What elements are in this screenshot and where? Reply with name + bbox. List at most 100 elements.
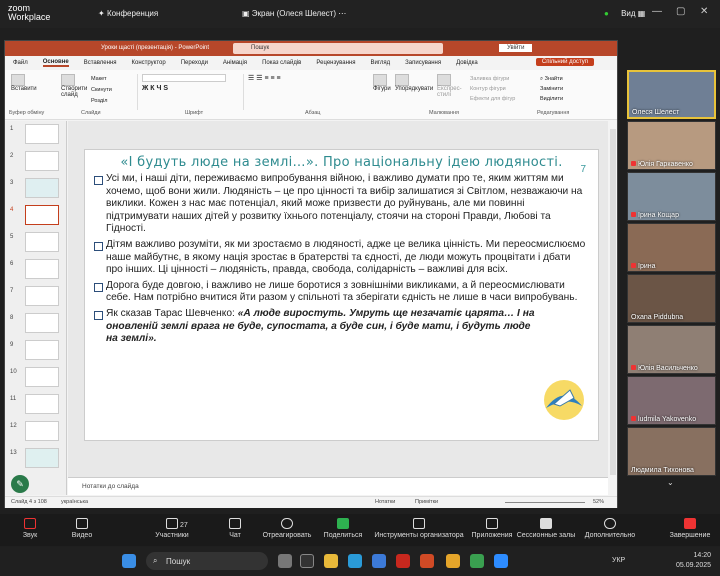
participant-tile[interactable]: Юлія Васильченко (627, 325, 716, 374)
layout-button[interactable]: Макет (91, 74, 112, 85)
vertical-scrollbar[interactable] (610, 129, 616, 475)
acrobat-icon[interactable] (396, 554, 410, 568)
font-controls[interactable]: Ж К Ч S (137, 74, 237, 110)
slide-bullet-1[interactable]: Усі ми, і наші діти, переживаємо випробу… (94, 173, 589, 236)
slide-thumb-1[interactable] (25, 124, 59, 144)
slide-thumb-2[interactable] (25, 151, 59, 171)
slide-bullet-4[interactable]: Як сказав Тарас Шевченко: «А люде вирост… (94, 308, 589, 346)
new-slide-button[interactable]: Створити слайд (61, 74, 89, 110)
react-button[interactable]: Отреагировать (257, 518, 317, 539)
tab-record[interactable]: Записування (405, 60, 441, 66)
tab-review[interactable]: Рецензування (316, 60, 355, 66)
slide-bullet-2[interactable]: Дітям важливо розуміти, як ми зростаємо … (94, 239, 589, 277)
slide-thumb-6[interactable] (25, 259, 59, 279)
section-button[interactable]: Розділ (91, 96, 112, 107)
host-tools-button[interactable]: Инструменты организатора (370, 518, 468, 539)
maximize-button[interactable]: ▢ (676, 6, 685, 17)
slide-thumb-10[interactable] (25, 367, 59, 387)
chevron-down-icon[interactable]: ⌄ (667, 478, 674, 487)
fill-button[interactable]: Заливка фігури (470, 74, 515, 84)
slide-thumb-3[interactable] (25, 178, 59, 198)
windows-start-icon[interactable] (122, 554, 136, 568)
tab-file[interactable]: Файл (13, 60, 28, 66)
taskview-icon[interactable] (278, 554, 292, 568)
apps-button[interactable]: Приложения (462, 518, 522, 539)
shapes-button[interactable]: Фігури (373, 74, 391, 110)
share-screen-button[interactable]: Поделиться (313, 518, 373, 539)
outline-button[interactable]: Контур фігури (470, 84, 515, 94)
participant-tile[interactable]: Ірина (627, 223, 716, 272)
screen-share-indicator[interactable]: ▣ Экран (Олеся Шелест) ⋯ (242, 9, 346, 18)
notes-pane[interactable]: Нотатки до слайда (68, 477, 608, 495)
comments-toggle[interactable]: Примітки (415, 499, 438, 505)
replace-button[interactable]: Замінити (540, 84, 563, 94)
slide-thumb-7[interactable] (25, 286, 59, 306)
participant-tile[interactable]: Олеся Шелест (627, 70, 716, 119)
meeting-label[interactable]: ✦ Конференция (98, 9, 158, 18)
search-box[interactable]: Пошук (233, 43, 443, 54)
more-button[interactable]: Дополнительно (580, 518, 640, 539)
participant-tile[interactable]: Ірина Кощар (627, 172, 716, 221)
slide-bullet-3[interactable]: Дорога буде довгою, і важливо не лише бо… (94, 280, 589, 305)
signin-button[interactable]: Увійти (499, 44, 533, 52)
word-icon[interactable] (470, 554, 484, 568)
tab-insert[interactable]: Вставлення (84, 60, 117, 66)
edge-icon[interactable] (348, 554, 362, 568)
participant-tile[interactable]: Юлія Гаркавенко (627, 121, 716, 170)
participant-tile[interactable]: Oxana Piddubna (627, 274, 716, 323)
tab-animation[interactable]: Анімація (223, 60, 247, 66)
share-button[interactable]: Спільний доступ (535, 58, 594, 66)
tab-design[interactable]: Конструктор (132, 60, 166, 66)
font-format-buttons[interactable]: Ж К Ч S (142, 85, 237, 92)
slide-thumb-4-selected[interactable] (25, 205, 59, 225)
clock[interactable]: 14:20 05.09.2025 (676, 551, 711, 571)
tab-slideshow[interactable]: Показ слайдів (262, 60, 301, 66)
slide-title[interactable]: «І будуть люде на землі…». Про національ… (94, 155, 589, 170)
notes-toggle[interactable]: Нотатки (375, 499, 395, 505)
find-button[interactable]: ⌕ Знайти (540, 74, 563, 84)
quick-styles-button[interactable]: Експрес-стилі (437, 74, 462, 110)
arrange-button[interactable]: Упорядкувати (395, 74, 433, 110)
chat-button[interactable]: Чат (205, 518, 265, 539)
audio-button[interactable]: Звук (0, 518, 60, 539)
participant-tile[interactable]: Людмила Тихонова (627, 427, 716, 476)
paste-button[interactable]: Вставити (11, 74, 37, 110)
breakout-rooms-button[interactable]: Сессионные залы (516, 518, 576, 539)
tab-view[interactable]: Вигляд (371, 60, 391, 66)
tab-transitions[interactable]: Переходи (181, 60, 208, 66)
zoom-slider[interactable] (505, 502, 585, 503)
tab-home[interactable]: Основне (42, 59, 69, 67)
participants-button[interactable]: Участники (142, 518, 202, 539)
participant-tile[interactable]: ludmila Yakovenko (627, 376, 716, 425)
taskbar-search[interactable]: ⌕ Пошук (146, 552, 268, 570)
input-language[interactable]: УКР (612, 557, 625, 564)
more-icon[interactable]: ⋯ (338, 9, 346, 18)
font-name-select[interactable] (142, 74, 226, 82)
chrome-icon[interactable] (446, 554, 460, 568)
slide-thumb-12[interactable] (25, 421, 59, 441)
list-icons[interactable]: ☰ ☰ ≡ ≡ ≡ (244, 74, 363, 82)
slide-thumb-8[interactable] (25, 313, 59, 333)
powerpoint-icon[interactable] (420, 554, 434, 568)
close-button[interactable]: ✕ (700, 6, 708, 17)
slide-thumb-5[interactable] (25, 232, 59, 252)
slide-thumb-9[interactable] (25, 340, 59, 360)
paragraph-controls[interactable]: ☰ ☰ ≡ ≡ ≡ (243, 74, 363, 110)
slide-thumb-13[interactable] (25, 448, 59, 468)
select-button[interactable]: Виділити (540, 94, 563, 104)
file-explorer-icon[interactable] (324, 554, 338, 568)
widgets-icon[interactable] (300, 554, 314, 568)
current-slide[interactable]: «І будуть люде на землі…». Про національ… (84, 149, 599, 441)
reset-button[interactable]: Скинути (91, 85, 112, 96)
effects-button[interactable]: Ефекти для фігур (470, 94, 515, 104)
minimize-button[interactable]: — (652, 6, 662, 17)
pen-icon[interactable]: ✎ (11, 475, 29, 493)
tab-help[interactable]: Довідка (456, 60, 478, 66)
end-meeting-button[interactable]: Завершение (660, 518, 720, 539)
video-button[interactable]: Видео (52, 518, 112, 539)
store-icon[interactable] (372, 554, 386, 568)
zoom-top-bar: zoom Workplace ✦ Конференция ▣ Экран (Ол… (0, 0, 720, 28)
zoom-app-icon[interactable] (494, 554, 508, 568)
slide-thumb-11[interactable] (25, 394, 59, 414)
view-menu[interactable]: ● Вид ▦ (604, 9, 645, 18)
